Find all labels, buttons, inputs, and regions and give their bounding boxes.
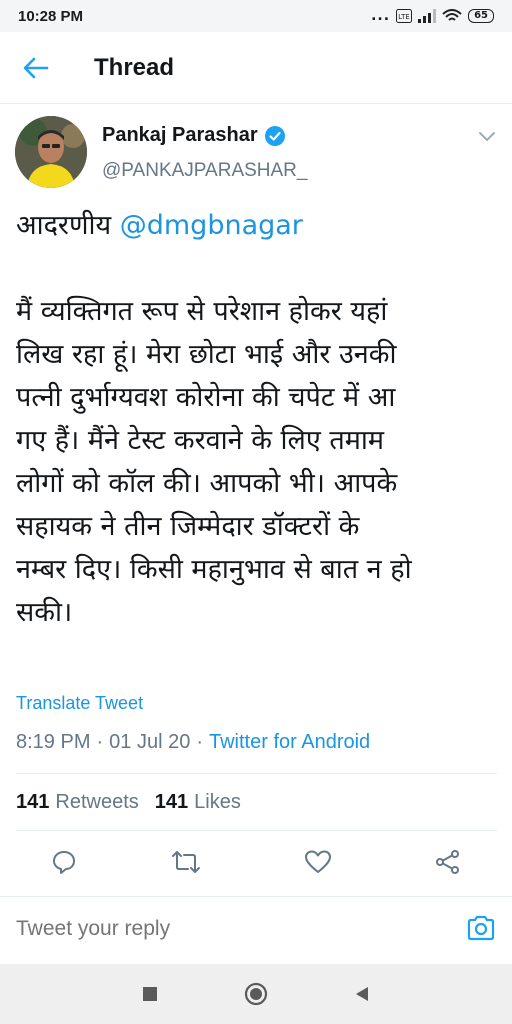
back-triangle-icon <box>356 987 368 1001</box>
verified-badge-icon <box>264 125 285 146</box>
like-button[interactable] <box>302 846 334 878</box>
tweet-greeting-line: आदरणीय @dmgbnagar <box>16 204 500 247</box>
wifi-icon <box>442 9 462 21</box>
back-button[interactable] <box>16 48 56 88</box>
retweets-stat[interactable]: 141 Retweets <box>16 791 139 814</box>
reply-button[interactable] <box>48 846 80 878</box>
share-icon <box>436 850 459 874</box>
reply-input[interactable] <box>16 917 436 941</box>
status-icons: ... LTE 65 <box>371 8 494 24</box>
battery-indicator: 65 <box>468 9 494 23</box>
share-button[interactable] <box>432 846 464 878</box>
meta-separator: · <box>196 731 203 753</box>
tweet-line: लोगों को कॉल की। आपको भी। आपके <box>16 468 398 499</box>
tweet-actions <box>0 836 512 888</box>
tweet-line: सहायक ने तीन जिम्मेदार डॉक्टरों के <box>16 511 360 542</box>
like-icon <box>305 850 331 873</box>
camera-icon <box>467 915 495 941</box>
tweet-line: गए हैं। मैंने टेस्ट करवाने के लिए तमाम <box>16 425 385 456</box>
divider <box>16 773 497 774</box>
greeting-word: आदरणीय <box>16 210 120 241</box>
reply-bar <box>0 896 512 964</box>
tweet-meta: 8:19 PM · 01 Jul 20 · Twitter for Androi… <box>16 731 370 754</box>
avatar-image <box>15 116 87 188</box>
camera-button[interactable] <box>466 914 496 946</box>
author-name-row[interactable]: Pankaj Parashar <box>102 124 286 147</box>
tweet-line: पत्नी दुर्भाग्यवश कोरोना की चपेट में आ <box>16 382 396 413</box>
system-navbar <box>0 964 512 1024</box>
likes-label: Likes <box>194 791 241 813</box>
tweet-line: लिख रहा हूं। मेरा छोटा भाई और उनकी <box>16 339 397 370</box>
tweet-body: आदरणीय @dmgbnagar मैं व्यक्तिगत रूप से प… <box>16 204 500 634</box>
translate-tweet-link[interactable]: Translate Tweet <box>16 693 143 714</box>
status-bar: 10:28 PM ... LTE 65 <box>0 0 512 32</box>
author-name[interactable]: Pankaj Parashar <box>102 124 258 147</box>
likes-stat[interactable]: 141 Likes <box>155 791 241 814</box>
recents-square-icon <box>143 987 157 1001</box>
tweet-source-link[interactable]: Twitter for Android <box>209 731 370 754</box>
retweet-icon <box>172 851 200 873</box>
avatar[interactable] <box>15 116 87 188</box>
back-arrow-icon <box>23 57 49 78</box>
recents-button[interactable] <box>138 982 162 1006</box>
system-back-button[interactable] <box>350 982 374 1006</box>
tweet-author: Pankaj Parashar @PANKAJPARASHAR_ <box>0 116 512 196</box>
tweet-options-button[interactable] <box>478 128 496 147</box>
retweet-button[interactable] <box>170 846 202 878</box>
signal-icon <box>418 9 437 23</box>
tweet-line: सकी। <box>16 597 73 628</box>
home-button[interactable] <box>244 982 268 1006</box>
retweets-label: Retweets <box>55 791 139 813</box>
page-title: Thread <box>94 53 175 81</box>
reply-icon <box>53 851 75 874</box>
svg-text:LTE: LTE <box>398 13 410 21</box>
retweets-count: 141 <box>16 791 50 813</box>
likes-count: 141 <box>154 791 189 813</box>
tweet-line: मैं व्यक्तिगत रूप से परेशान होकर यहां <box>16 296 388 327</box>
divider <box>16 830 497 831</box>
tweet-line: नम्बर दिए। किसी महानुभाव से बात न हो <box>16 554 412 585</box>
mention-link[interactable]: @dmgbnagar <box>120 210 303 241</box>
tweet-stats: 141 Retweets 141 Likes <box>16 791 241 814</box>
tweet-date: 01 Jul 20 <box>109 731 191 753</box>
meta-separator: · <box>96 731 104 753</box>
author-handle[interactable]: @PANKAJPARASHAR_ <box>102 160 307 182</box>
tweet-time: 8:19 PM <box>16 731 91 753</box>
lte-icon: LTE <box>396 9 413 23</box>
home-circle-icon <box>244 982 268 1006</box>
chevron-down-icon <box>479 132 495 142</box>
status-time: 10:28 PM <box>18 7 84 25</box>
app-header: Thread <box>0 32 512 104</box>
notification-dots: ... <box>371 8 391 24</box>
